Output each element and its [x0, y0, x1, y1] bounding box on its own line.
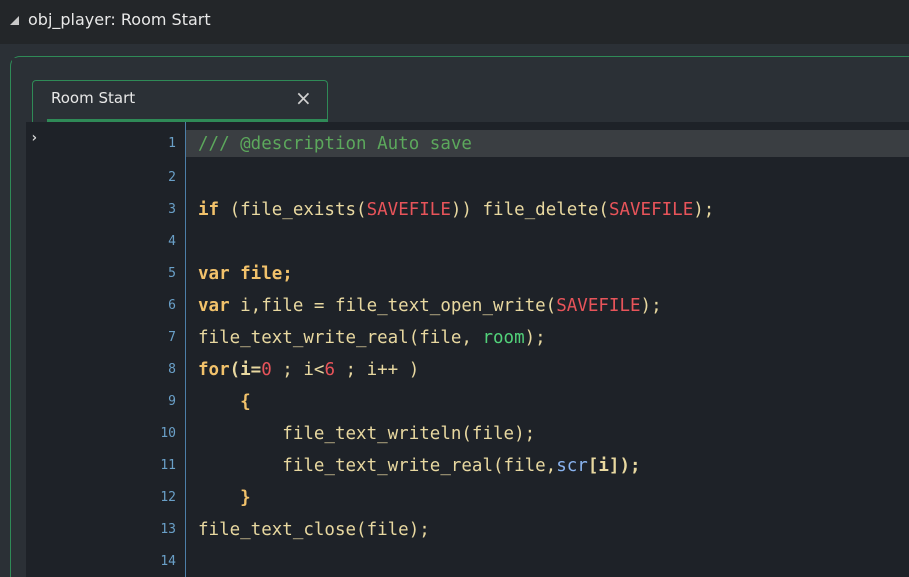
keyword-token: var — [198, 264, 230, 284]
line-number: 3 — [168, 202, 176, 217]
code-line-9: { — [198, 390, 251, 414]
line-number: 9 — [168, 394, 176, 409]
line-number: 10 — [160, 426, 176, 441]
brace-token: { — [198, 392, 251, 412]
constant-token: SAVEFILE — [366, 200, 451, 220]
code-line-12: } — [198, 486, 251, 510]
code-token: ; i++ ) — [335, 360, 420, 380]
code-token: file; — [229, 264, 293, 284]
constant-token: SAVEFILE — [608, 200, 694, 220]
code-token: file_text_write_real(file, — [198, 328, 483, 348]
fold-gutter — [26, 122, 40, 577]
line-number: 8 — [168, 362, 176, 377]
close-icon[interactable]: × — [295, 86, 312, 110]
code-token: file_text_close(file); — [198, 520, 430, 540]
code-token: ); — [693, 200, 715, 220]
code-line-6: var i,file = file_text_open_write(SAVEFI… — [198, 294, 662, 318]
tab-label: Room Start — [51, 89, 136, 107]
line-number: 2 — [168, 170, 176, 185]
code-token: ; i< — [271, 360, 325, 380]
keyword-token: if — [198, 200, 220, 220]
code-line-5: var file; — [198, 262, 293, 286]
code-token: file_text_writeln(file); — [198, 424, 536, 444]
window-title: obj_player: Room Start — [28, 10, 211, 29]
code-line-7: file_text_write_real(file, room); — [198, 326, 546, 350]
array-token: scr — [556, 456, 588, 476]
collapse-triangle-icon[interactable] — [10, 16, 19, 25]
tab-room-start[interactable]: Room Start × — [32, 80, 328, 122]
line-number: 7 — [168, 330, 176, 345]
brace-token: } — [198, 488, 251, 508]
line-number: 1 — [168, 136, 176, 151]
code-token: ); — [524, 328, 546, 348]
constant-token: SAVEFILE — [556, 296, 641, 316]
code-token: i,file = file_text_open_write( — [229, 296, 557, 316]
line-number: 13 — [160, 522, 176, 537]
code-token: ); — [640, 296, 662, 316]
code-token: (file_exists( — [219, 200, 367, 220]
code-line-3: if (file_exists(SAVEFILE)) file_delete(S… — [198, 198, 714, 222]
title-bar: obj_player: Room Start — [0, 0, 909, 44]
fold-arrow-icon[interactable]: › — [30, 130, 38, 146]
builtin-token: room — [482, 328, 525, 348]
code-token: )) file_delete( — [450, 200, 609, 220]
code-editor-window: obj_player: Room Start Room Start × › 1 … — [0, 0, 909, 577]
line-number: 5 — [168, 266, 176, 281]
line-number: 14 — [160, 554, 176, 569]
code-token: [i]); — [587, 456, 641, 476]
tab-bar: Room Start × — [12, 58, 909, 122]
keyword-token: var — [198, 296, 230, 316]
code-token: file_text_write_real(file, — [198, 456, 557, 476]
code-line-11: file_text_write_real(file,scr[i]); — [198, 454, 641, 478]
line-number: 12 — [160, 490, 176, 505]
line-number: 11 — [160, 458, 176, 473]
code-line-13: file_text_close(file); — [198, 518, 430, 542]
line-number: 4 — [168, 234, 176, 249]
line-number: 6 — [168, 298, 176, 313]
number-token: 6 — [324, 360, 335, 380]
code-line-1: /// @description Auto save — [198, 132, 472, 156]
keyword-token: for — [198, 360, 230, 380]
number-token: 0 — [261, 360, 272, 380]
code-token: (i= — [229, 360, 262, 380]
code-line-8: for(i=0 ; i<6 ; i++ ) — [198, 358, 419, 382]
code-line-10: file_text_writeln(file); — [198, 422, 535, 446]
comment-token: /// @description Auto save — [198, 134, 472, 154]
